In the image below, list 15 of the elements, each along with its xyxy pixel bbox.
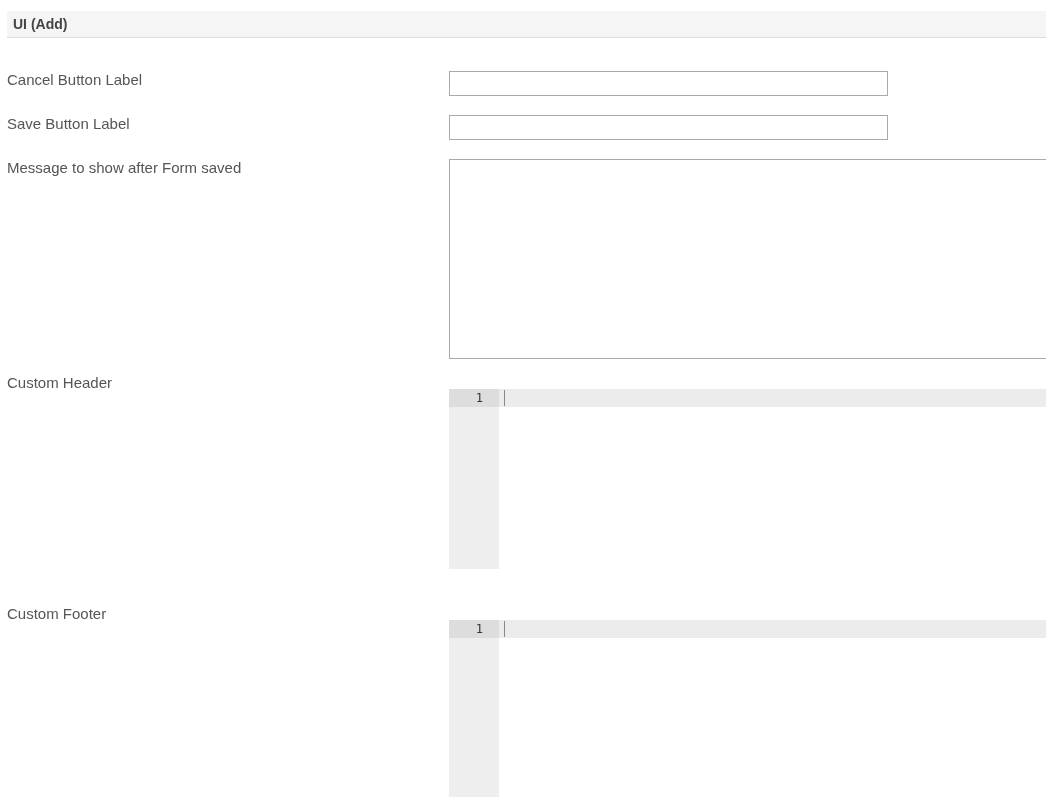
section-title: UI (Add) [13,16,68,32]
line-number: 1 [449,389,499,407]
field-label: Save Button Label [7,115,131,133]
code-editor[interactable]: 1 [449,389,1046,569]
field-label: Cancel Button Label [7,71,144,89]
textarea-field[interactable] [449,159,1046,359]
text-cursor [504,621,505,637]
text-cursor [504,390,505,406]
input-field[interactable] [449,115,888,140]
code-editor[interactable]: 1 [449,620,1046,797]
field-label: Message to show after Form saved [7,159,243,177]
field-label: Custom Footer [7,605,108,623]
line-number: 1 [449,620,499,638]
field-label: Custom Header [7,374,114,392]
input-field[interactable] [449,71,888,96]
